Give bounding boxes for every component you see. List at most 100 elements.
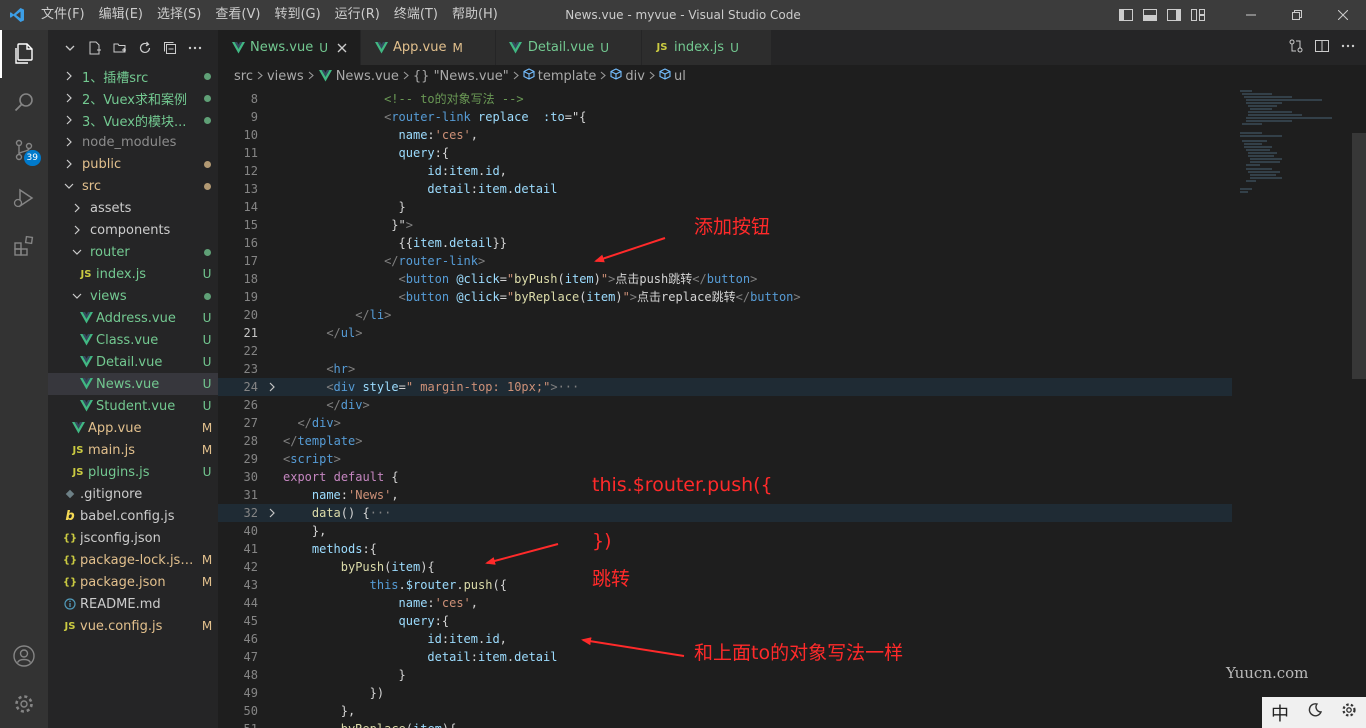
editor-tab[interactable]: JS index.js U [641,30,772,65]
new-folder-icon[interactable] [112,40,128,56]
explorer-item[interactable]: {} jsconfig.json [48,527,218,549]
explorer-item[interactable]: Address.vue U [48,307,218,329]
code-line[interactable]: 51 byReplace(item){ [218,720,1232,728]
code-line[interactable]: 23 <hr> [218,360,1232,378]
ime-settings-icon[interactable] [1341,702,1357,723]
minimap[interactable] [1232,89,1352,728]
extensions-icon[interactable] [0,222,48,270]
explorer-item[interactable]: src [48,175,218,197]
close-tab-icon[interactable] [469,40,485,56]
code-line[interactable]: 22 [218,342,1232,360]
code-line[interactable]: 29 <script> [218,450,1232,468]
settings-gear-icon[interactable] [0,680,48,728]
code-line[interactable]: 8 <!-- to的对象写法 --> [218,90,1232,108]
code-line[interactable]: 32 data() {··· [218,504,1232,522]
code-line[interactable]: 44 name:'ces', [218,594,1232,612]
close-tab-icon[interactable] [334,40,350,56]
explorer-item[interactable]: JS vue.config.js M [48,615,218,637]
code-line[interactable]: 24 <div style=" margin-top: 10px;">··· [218,378,1232,396]
vertical-scrollbar[interactable] [1352,89,1366,728]
explorer-item[interactable]: b babel.config.js [48,505,218,527]
run-debug-icon[interactable] [0,174,48,222]
code-line[interactable]: 50}, [218,702,1232,720]
scrollbar-thumb[interactable] [1352,133,1366,379]
toggle-sidebar-icon[interactable] [1114,0,1138,30]
code-line[interactable]: 41 methods:{ [218,540,1232,558]
editor-tab[interactable]: App.vue M [361,30,496,65]
breadcrumb-item[interactable]: div [610,68,645,84]
close-tab-icon[interactable] [745,40,761,56]
explorer-item[interactable]: views [48,285,218,307]
menu-item[interactable]: 选择(S) [150,0,208,30]
search-icon[interactable] [0,78,48,126]
editor-tab[interactable]: News.vue U [218,30,361,65]
breadcrumb-item[interactable]: {} "News.vue" [413,69,509,84]
refresh-icon[interactable] [137,40,153,56]
breadcrumb-item[interactable]: ul [659,68,686,84]
menu-item[interactable]: 编辑(E) [92,0,150,30]
explorer-item[interactable]: {} package.json M [48,571,218,593]
explorer-item[interactable]: .gitignore [48,483,218,505]
menu-item[interactable]: 文件(F) [34,0,92,30]
breadcrumb-item[interactable]: src [234,69,253,84]
explorer-item[interactable]: Student.vue U [48,395,218,417]
explorer-item[interactable]: {} package-lock.json M [48,549,218,571]
toggle-secondary-sidebar-icon[interactable] [1162,0,1186,30]
open-changes-icon[interactable] [1288,38,1304,58]
breadcrumb-item[interactable]: views [267,69,304,84]
explorer-item[interactable]: node_modules [48,131,218,153]
new-file-icon[interactable] [87,40,103,56]
fold-expand-icon[interactable] [266,378,278,396]
explorer-item[interactable]: router [48,241,218,263]
menu-item[interactable]: 终端(T) [387,0,445,30]
source-control-icon[interactable]: 39 [0,126,48,174]
explorer-item[interactable]: JS plugins.js U [48,461,218,483]
code-line[interactable]: 45 query:{ [218,612,1232,630]
explorer-item[interactable]: JS main.js M [48,439,218,461]
fold-expand-icon[interactable] [266,504,278,522]
breadcrumb-item[interactable]: News.vue [318,68,399,84]
more-actions-icon[interactable] [187,40,203,56]
explorer-item[interactable]: public [48,153,218,175]
menu-item[interactable]: 运行(R) [328,0,387,30]
menu-item[interactable]: 帮助(H) [445,0,505,30]
close-window-icon[interactable] [1320,0,1366,30]
code-line[interactable]: 19 <button @click="byReplace(item)">点击rep… [218,288,1232,306]
code-line[interactable]: 17 </router-link> [218,252,1232,270]
menu-item[interactable]: 查看(V) [208,0,267,30]
toggle-panel-icon[interactable] [1138,0,1162,30]
code-line[interactable]: 9 <router-link replace :to="{ [218,108,1232,126]
explorer-item[interactable]: assets [48,197,218,219]
explorer-item[interactable]: News.vue U [48,373,218,395]
explorer-item[interactable]: README.md [48,593,218,615]
explorer-icon[interactable] [0,30,48,78]
code-line[interactable]: 11 query:{ [218,144,1232,162]
code-line[interactable]: 10 name:'ces', [218,126,1232,144]
code-line[interactable]: 49}) [218,684,1232,702]
explorer-item[interactable]: Detail.vue U [48,351,218,373]
code-line[interactable]: 40}, [218,522,1232,540]
chevron-down-icon[interactable] [62,40,78,56]
explorer-item[interactable]: 1、插槽src [48,65,218,87]
account-icon[interactable] [0,632,48,680]
code-line[interactable]: 28 </template> [218,432,1232,450]
customize-layout-icon[interactable] [1186,0,1210,30]
code-line[interactable]: 48} [218,666,1232,684]
code-line[interactable]: 26 </div> [218,396,1232,414]
explorer-item[interactable]: JS index.js U [48,263,218,285]
minimize-icon[interactable] [1228,0,1274,30]
code-line[interactable]: 43 this.$router.push({ [218,576,1232,594]
explorer-item[interactable]: components [48,219,218,241]
close-tab-icon[interactable] [615,40,631,56]
editor-tab[interactable]: Detail.vue U [495,30,642,65]
code-line[interactable]: 20 </li> [218,306,1232,324]
code-line[interactable]: 42 byPush(item){ [218,558,1232,576]
code-editor[interactable]: 8 <!-- to的对象写法 --> 9 <router-link replace :… [218,89,1366,728]
explorer-item[interactable]: Class.vue U [48,329,218,351]
code-line[interactable]: 13 detail:item.detail [218,180,1232,198]
ime-indicator[interactable]: 中 [1262,697,1366,728]
explorer-item[interactable]: App.vue M [48,417,218,439]
split-editor-icon[interactable] [1314,38,1330,58]
code-line[interactable]: 21 </ul> [218,324,1232,342]
code-line[interactable]: 27 </div> [218,414,1232,432]
